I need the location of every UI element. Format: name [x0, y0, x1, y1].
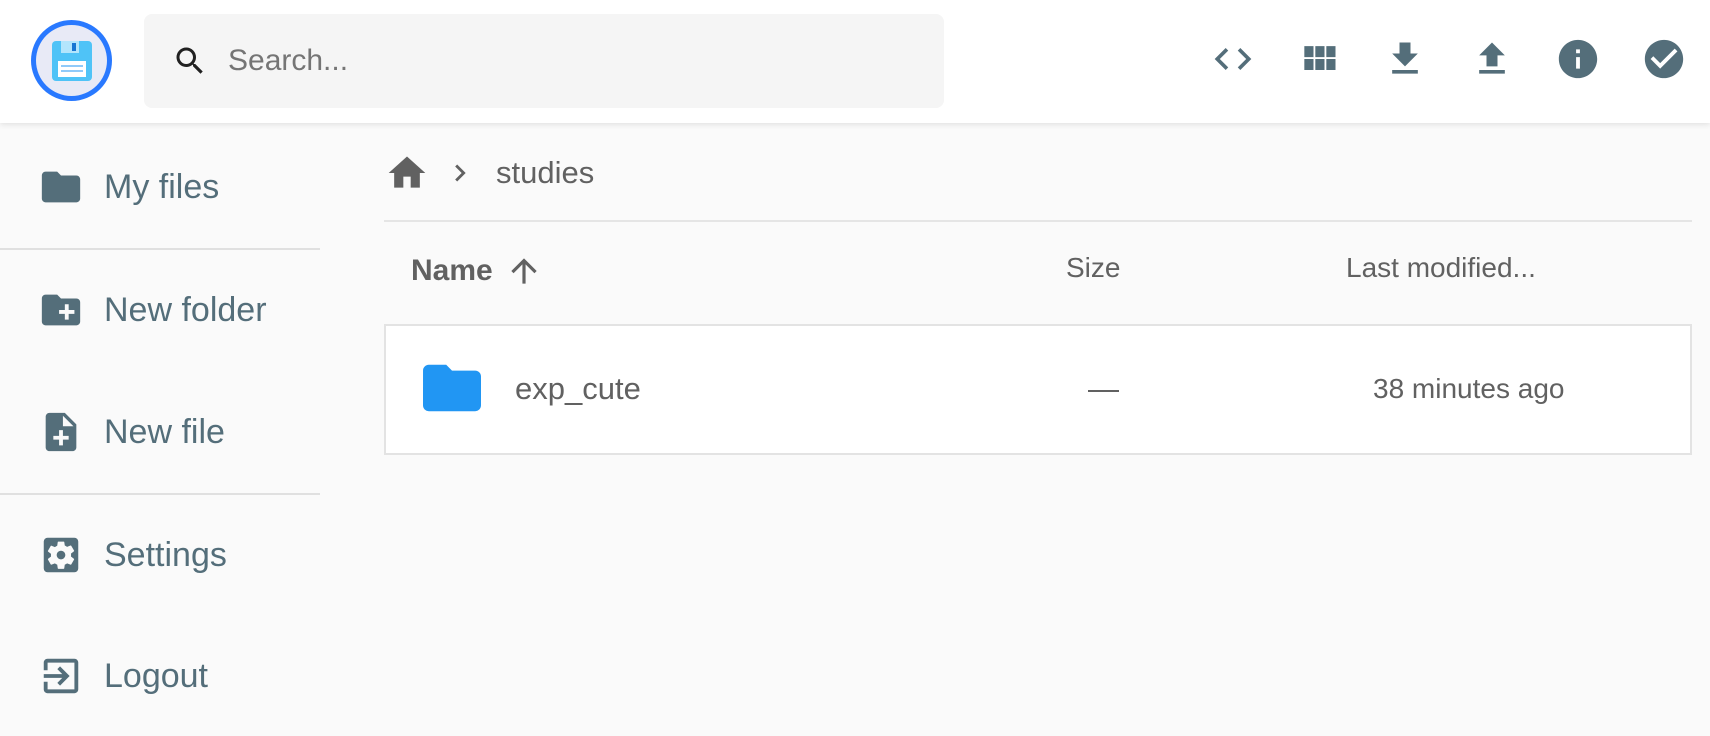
download-button[interactable] — [1377, 33, 1433, 89]
check-circle-icon — [1641, 36, 1687, 87]
sidebar-divider — [0, 493, 320, 495]
select-multiple-button[interactable] — [1636, 33, 1692, 89]
column-header-size[interactable]: Size — [1066, 252, 1120, 284]
column-header-name[interactable]: Name — [411, 252, 543, 290]
download-icon — [1383, 37, 1427, 86]
sidebar-item-settings[interactable]: Settings — [0, 525, 320, 585]
search-icon — [172, 43, 208, 79]
info-icon — [1555, 36, 1601, 87]
breadcrumb-item-studies[interactable]: studies — [496, 155, 594, 191]
sidebar: My files New folder New file Settings Lo… — [0, 123, 320, 736]
breadcrumb-divider — [384, 220, 1692, 222]
settings-icon — [38, 532, 84, 578]
search-input[interactable] — [228, 34, 918, 88]
sidebar-item-label: Logout — [104, 656, 208, 695]
sidebar-item-my-files[interactable]: My files — [0, 157, 320, 217]
floppy-disk-logo-icon — [36, 25, 107, 96]
upload-icon — [1470, 37, 1514, 86]
sidebar-item-label: New file — [104, 412, 225, 451]
table-row[interactable]: exp_cute — 38 minutes ago — [384, 324, 1692, 455]
arrow-upward-icon — [505, 252, 543, 290]
note-add-icon — [38, 409, 84, 455]
switch-view-button[interactable] — [1291, 33, 1347, 89]
search-bar — [144, 14, 944, 108]
info-button[interactable] — [1550, 33, 1606, 89]
sidebar-item-new-folder[interactable]: New folder — [0, 280, 320, 340]
exit-to-app-icon — [38, 653, 84, 699]
grid-view-icon — [1297, 37, 1341, 86]
file-modified: 38 minutes ago — [1373, 373, 1565, 404]
column-header-last-modified[interactable]: Last modified... — [1346, 252, 1536, 284]
create-new-folder-icon — [38, 287, 84, 333]
column-header-name-label: Name — [411, 254, 493, 287]
folder-icon — [423, 362, 481, 414]
sidebar-item-label: My files — [104, 167, 220, 206]
sidebar-item-label: New folder — [104, 290, 267, 329]
breadcrumb: studies — [384, 143, 594, 203]
upload-button[interactable] — [1464, 33, 1520, 89]
app-logo[interactable] — [31, 20, 112, 101]
file-size: — — [1088, 371, 1119, 406]
home-icon[interactable] — [384, 150, 430, 196]
sidebar-divider — [0, 248, 320, 250]
top-bar — [0, 0, 1710, 123]
sidebar-item-new-file[interactable]: New file — [0, 402, 320, 462]
code-view-button[interactable] — [1205, 33, 1261, 89]
code-icon — [1211, 37, 1255, 86]
chevron-right-icon — [440, 153, 480, 193]
folder-icon — [38, 164, 84, 210]
file-name: exp_cute — [515, 371, 641, 406]
sidebar-item-label: Settings — [104, 535, 227, 574]
sidebar-item-logout[interactable]: Logout — [0, 646, 320, 706]
